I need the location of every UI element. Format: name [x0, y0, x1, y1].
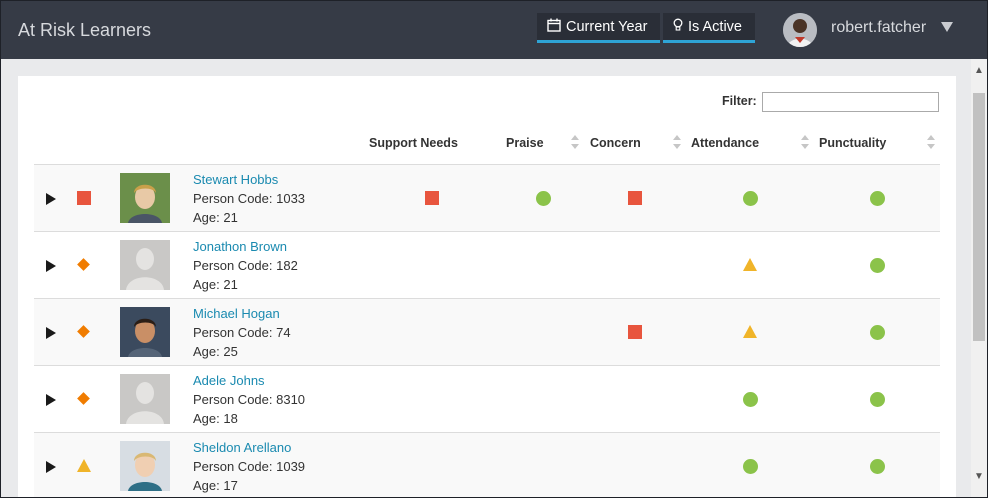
risk-indicator-orange-diamond-icon — [77, 258, 90, 271]
learner-age: Age: 17 — [193, 478, 238, 493]
learner-age: Age: 21 — [193, 210, 238, 225]
sort-concern-icon[interactable] — [673, 135, 681, 151]
punctuality-green-circle-icon — [870, 191, 885, 206]
risk-indicator-orange-diamond-icon — [77, 392, 90, 405]
attendance-green-circle-icon — [743, 459, 758, 474]
attendance-amber-triangle-icon — [743, 325, 757, 338]
sort-praise-icon[interactable] — [571, 135, 579, 151]
learner-name-link[interactable]: Adele Johns — [193, 373, 265, 388]
person-code: Person Code: 1039 — [193, 459, 306, 474]
learner-age: Age: 25 — [193, 344, 238, 359]
praise-green-circle-icon — [536, 191, 551, 206]
expand-row-icon[interactable] — [46, 461, 56, 473]
attendance-green-circle-icon — [743, 392, 758, 407]
current-year-filter-button[interactable]: Current Year — [537, 13, 660, 43]
scroll-up-icon[interactable]: ▲ — [974, 65, 984, 76]
risk-indicator-red-square-icon — [77, 191, 91, 205]
avatar — [120, 173, 170, 223]
scroll-thumb[interactable] — [973, 93, 985, 341]
avatar-placeholder — [120, 374, 170, 424]
vertical-scrollbar[interactable]: ▲ ▼ — [971, 59, 987, 497]
column-punctuality[interactable]: Punctuality — [819, 136, 886, 150]
current-year-label: Current Year — [566, 18, 648, 35]
column-praise[interactable]: Praise — [506, 136, 544, 150]
filter-input[interactable] — [762, 92, 939, 112]
learner-name-link[interactable]: Jonathon Brown — [193, 239, 287, 254]
punctuality-green-circle-icon — [870, 459, 885, 474]
top-bar: At Risk Learners Current Year Is Active … — [1, 1, 987, 59]
punctuality-green-circle-icon — [870, 258, 885, 273]
chevron-down-icon[interactable] — [941, 22, 953, 32]
is-active-label: Is Active — [688, 18, 742, 35]
lightbulb-icon — [673, 18, 683, 36]
avatar-placeholder — [120, 240, 170, 290]
learner-age: Age: 21 — [193, 277, 238, 292]
is-active-filter-button[interactable]: Is Active — [663, 13, 755, 43]
attendance-green-circle-icon — [743, 191, 758, 206]
learner-name-link[interactable]: Stewart Hobbs — [193, 172, 278, 187]
user-avatar[interactable] — [783, 13, 817, 47]
attendance-amber-triangle-icon — [743, 258, 757, 271]
learner-name-link[interactable]: Sheldon Arellano — [193, 440, 291, 455]
table-row[interactable]: Michael Hogan Person Code: 74 Age: 25 — [34, 299, 940, 366]
table-row[interactable]: Stewart Hobbs Person Code: 1033 Age: 21 — [34, 165, 940, 232]
support-red-square-icon — [425, 191, 439, 205]
table-row[interactable]: Jonathon Brown Person Code: 182 Age: 21 — [34, 232, 940, 299]
sort-attendance-icon[interactable] — [801, 135, 809, 151]
avatar — [120, 307, 170, 357]
person-code: Person Code: 74 — [193, 325, 291, 340]
expand-row-icon[interactable] — [46, 394, 56, 406]
expand-row-icon[interactable] — [46, 327, 56, 339]
punctuality-green-circle-icon — [870, 325, 885, 340]
person-code: Person Code: 8310 — [193, 392, 306, 407]
table-row[interactable]: Adele Johns Person Code: 8310 Age: 18 — [34, 366, 940, 433]
learner-name-link[interactable]: Michael Hogan — [193, 306, 280, 321]
filter-label: Filter: — [722, 94, 757, 108]
risk-indicator-amber-triangle-icon — [77, 459, 91, 472]
calendar-icon — [547, 18, 561, 36]
table-row[interactable]: Sheldon Arellano Person Code: 1039 Age: 17 — [34, 433, 940, 497]
risk-indicator-orange-diamond-icon — [77, 325, 90, 338]
app-window: At Risk Learners Current Year Is Active … — [0, 0, 988, 498]
concern-red-square-icon — [628, 191, 642, 205]
user-name[interactable]: robert.fatcher — [831, 19, 926, 37]
person-code: Person Code: 182 — [193, 258, 298, 273]
column-concern[interactable]: Concern — [590, 136, 641, 150]
avatar — [120, 441, 170, 491]
expand-row-icon[interactable] — [46, 260, 56, 272]
column-attendance[interactable]: Attendance — [691, 136, 759, 150]
person-code: Person Code: 1033 — [193, 191, 306, 206]
table-header: Support Needs Praise Concern Attendance … — [34, 128, 940, 165]
punctuality-green-circle-icon — [870, 392, 885, 407]
scroll-down-icon[interactable]: ▼ — [974, 471, 984, 482]
learner-age: Age: 18 — [193, 411, 238, 426]
app-title: At Risk Learners — [18, 20, 152, 40]
column-support-needs[interactable]: Support Needs — [369, 136, 458, 150]
concern-red-square-icon — [628, 325, 642, 339]
sort-punctuality-icon[interactable] — [927, 135, 935, 151]
expand-row-icon[interactable] — [46, 193, 56, 205]
learners-panel: Filter: Support Needs Praise Concern Att… — [18, 76, 956, 497]
